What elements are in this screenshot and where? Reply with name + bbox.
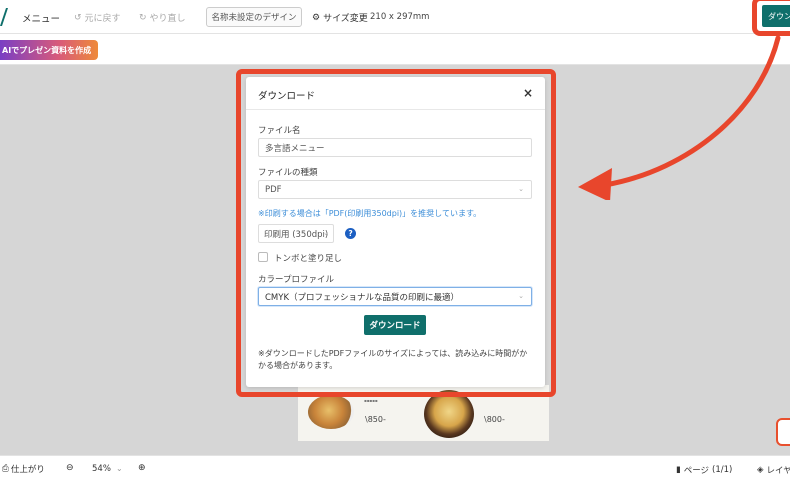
finish-preview-button[interactable]: ⎙ 仕上がり [2, 463, 45, 475]
menu-button[interactable]: メニュー [22, 11, 60, 25]
layers-label: レイヤ [766, 466, 790, 476]
redo-icon: ↻ [139, 12, 147, 23]
layers-button[interactable]: ◈ レイヤ [757, 464, 790, 476]
pages-count: (1/1) [712, 465, 733, 475]
bottom-toolbar: ⎙ 仕上がり ⊖ 54% ⌄ ⊕ ▮ ページ (1/1) ◈ レイヤ [0, 455, 790, 480]
annotation-arrow-icon [578, 35, 781, 200]
layers-icon: ◈ [757, 465, 764, 475]
undo-label: 元に戻す [84, 14, 121, 24]
undo-icon: ↺ [74, 12, 82, 23]
pages-label: ページ [683, 466, 710, 476]
menu-price: \800- [484, 415, 505, 424]
zoom-level[interactable]: 54% [92, 464, 111, 474]
zoom-in-icon[interactable]: ⊕ [138, 463, 146, 473]
size-value: 210 x 297mm [370, 12, 430, 22]
zoom-out-icon[interactable]: ⊖ [66, 463, 74, 473]
redo-button[interactable]: ↻ やり直し [139, 11, 186, 25]
size-change-button[interactable]: ⚙ サイズ変更 [312, 11, 368, 25]
floating-help-badge[interactable] [776, 418, 790, 446]
chevron-down-icon[interactable]: ⌄ [116, 464, 123, 473]
redo-label: やり直し [149, 14, 186, 24]
app-logo-icon[interactable] [0, 8, 10, 26]
finish-label: 仕上がり [10, 465, 45, 475]
book-icon: ▮ [676, 465, 681, 475]
menu-price: \850- [365, 415, 386, 424]
finish-icon: ⎙ [2, 464, 9, 474]
menu-item-caption: ▪▪▪▪▪ [364, 398, 378, 403]
food-image [308, 395, 354, 429]
size-change-label: サイズ変更 [323, 14, 368, 24]
ai-presentation-button[interactable]: AIでプレゼン資料を作成 [0, 40, 98, 60]
undo-button[interactable]: ↺ 元に戻す [74, 11, 121, 25]
annotation-highlight-dialog [236, 69, 556, 397]
pages-button[interactable]: ▮ ページ (1/1) [676, 464, 732, 476]
gear-icon: ⚙ [312, 12, 321, 23]
design-name-field[interactable]: 名称未設定のデザイン [206, 7, 302, 27]
food-image [424, 390, 474, 438]
